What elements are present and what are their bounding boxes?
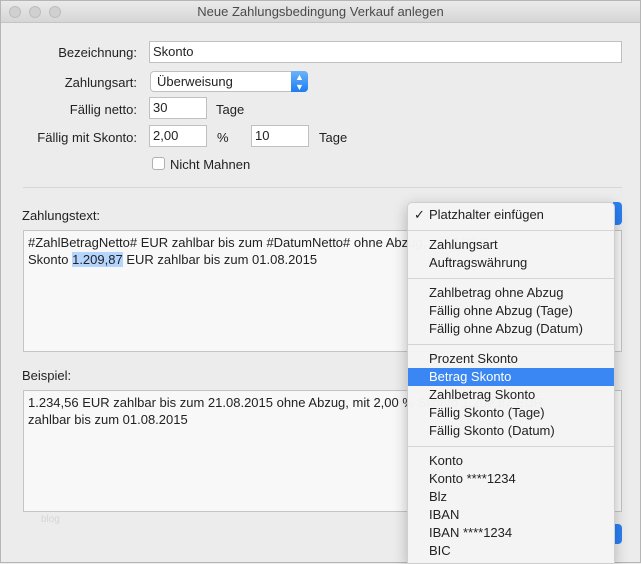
faellig-netto-input[interactable]: 30 (149, 97, 207, 119)
menu-item[interactable]: Zahlbetrag ohne Abzug (408, 284, 614, 302)
menu-item[interactable]: Auftragswährung (408, 254, 614, 272)
skonto-percent-input[interactable]: 2,00 (149, 125, 207, 147)
menu-item[interactable]: Zahlbetrag Skonto (408, 386, 614, 404)
zahlungsart-value: Überweisung (157, 74, 233, 89)
menu-separator (408, 278, 614, 279)
bezeichnung-label: Bezeichnung: (58, 45, 137, 60)
nicht-mahnen-label: Nicht Mahnen (170, 157, 251, 172)
menu-separator (408, 230, 614, 231)
menu-item[interactable]: Fällig ohne Abzug (Tage) (408, 302, 614, 320)
menu-item[interactable]: BIC (408, 542, 614, 560)
divider (23, 187, 622, 188)
zahlungsart-select[interactable]: Überweisung ▲ ▼ (150, 71, 308, 92)
menu-item[interactable]: Konto (408, 452, 614, 470)
selected-text: 1.209,87 (72, 252, 123, 267)
menu-item[interactable]: Fällig ohne Abzug (Datum) (408, 320, 614, 338)
menu-item[interactable]: Konto ****1234 (408, 470, 614, 488)
platzhalter-menu: ✓ Platzhalter einfügen Zahlungsart Auftrag… (407, 202, 615, 564)
menu-item[interactable]: Zahlungsart (408, 236, 614, 254)
checkmark-icon: ✓ (414, 207, 425, 222)
tage-label: Tage (216, 102, 245, 117)
watermark: blog (41, 514, 60, 525)
title-bar: Neue Zahlungsbedingung Verkauf anlegen (1, 1, 640, 23)
menu-item[interactable]: Betrag Skonto (408, 368, 614, 386)
skonto-days-input[interactable]: 10 (251, 125, 309, 147)
menu-item[interactable]: Fällig Skonto (Datum) (408, 422, 614, 440)
faellig-netto-label: Fällig netto: (69, 102, 137, 117)
menu-item-platzhalter[interactable]: ✓ Platzhalter einfügen (408, 206, 614, 224)
window-title: Neue Zahlungsbedingung Verkauf anlegen (197, 4, 444, 19)
percent-label: % (217, 130, 229, 145)
close-button[interactable] (9, 6, 21, 18)
menu-item[interactable]: IBAN (408, 506, 614, 524)
menu-separator (408, 446, 614, 447)
menu-item[interactable]: Fällig Skonto (Tage) (408, 404, 614, 422)
menu-item[interactable]: Blz (408, 488, 614, 506)
zoom-button[interactable] (49, 6, 61, 18)
menu-separator (408, 344, 614, 345)
menu-item[interactable]: Prozent Skonto (408, 350, 614, 368)
tage-label-2: Tage (319, 130, 348, 145)
bezeichnung-input[interactable]: Skonto (149, 41, 622, 63)
menu-item[interactable]: IBAN ****1234 (408, 524, 614, 542)
faellig-skonto-label: Fällig mit Skonto: (37, 130, 137, 145)
chevron-updown-icon: ▲ ▼ (291, 71, 308, 92)
beispiel-label: Beispiel: (22, 368, 72, 383)
zahlungstext-label: Zahlungstext: (22, 208, 101, 223)
minimize-button[interactable] (29, 6, 41, 18)
nicht-mahnen-checkbox[interactable] (152, 157, 165, 170)
dialog-window: Neue Zahlungsbedingung Verkauf anlegen B… (0, 0, 641, 564)
zahlungsart-label: Zahlungsart: (64, 75, 137, 90)
